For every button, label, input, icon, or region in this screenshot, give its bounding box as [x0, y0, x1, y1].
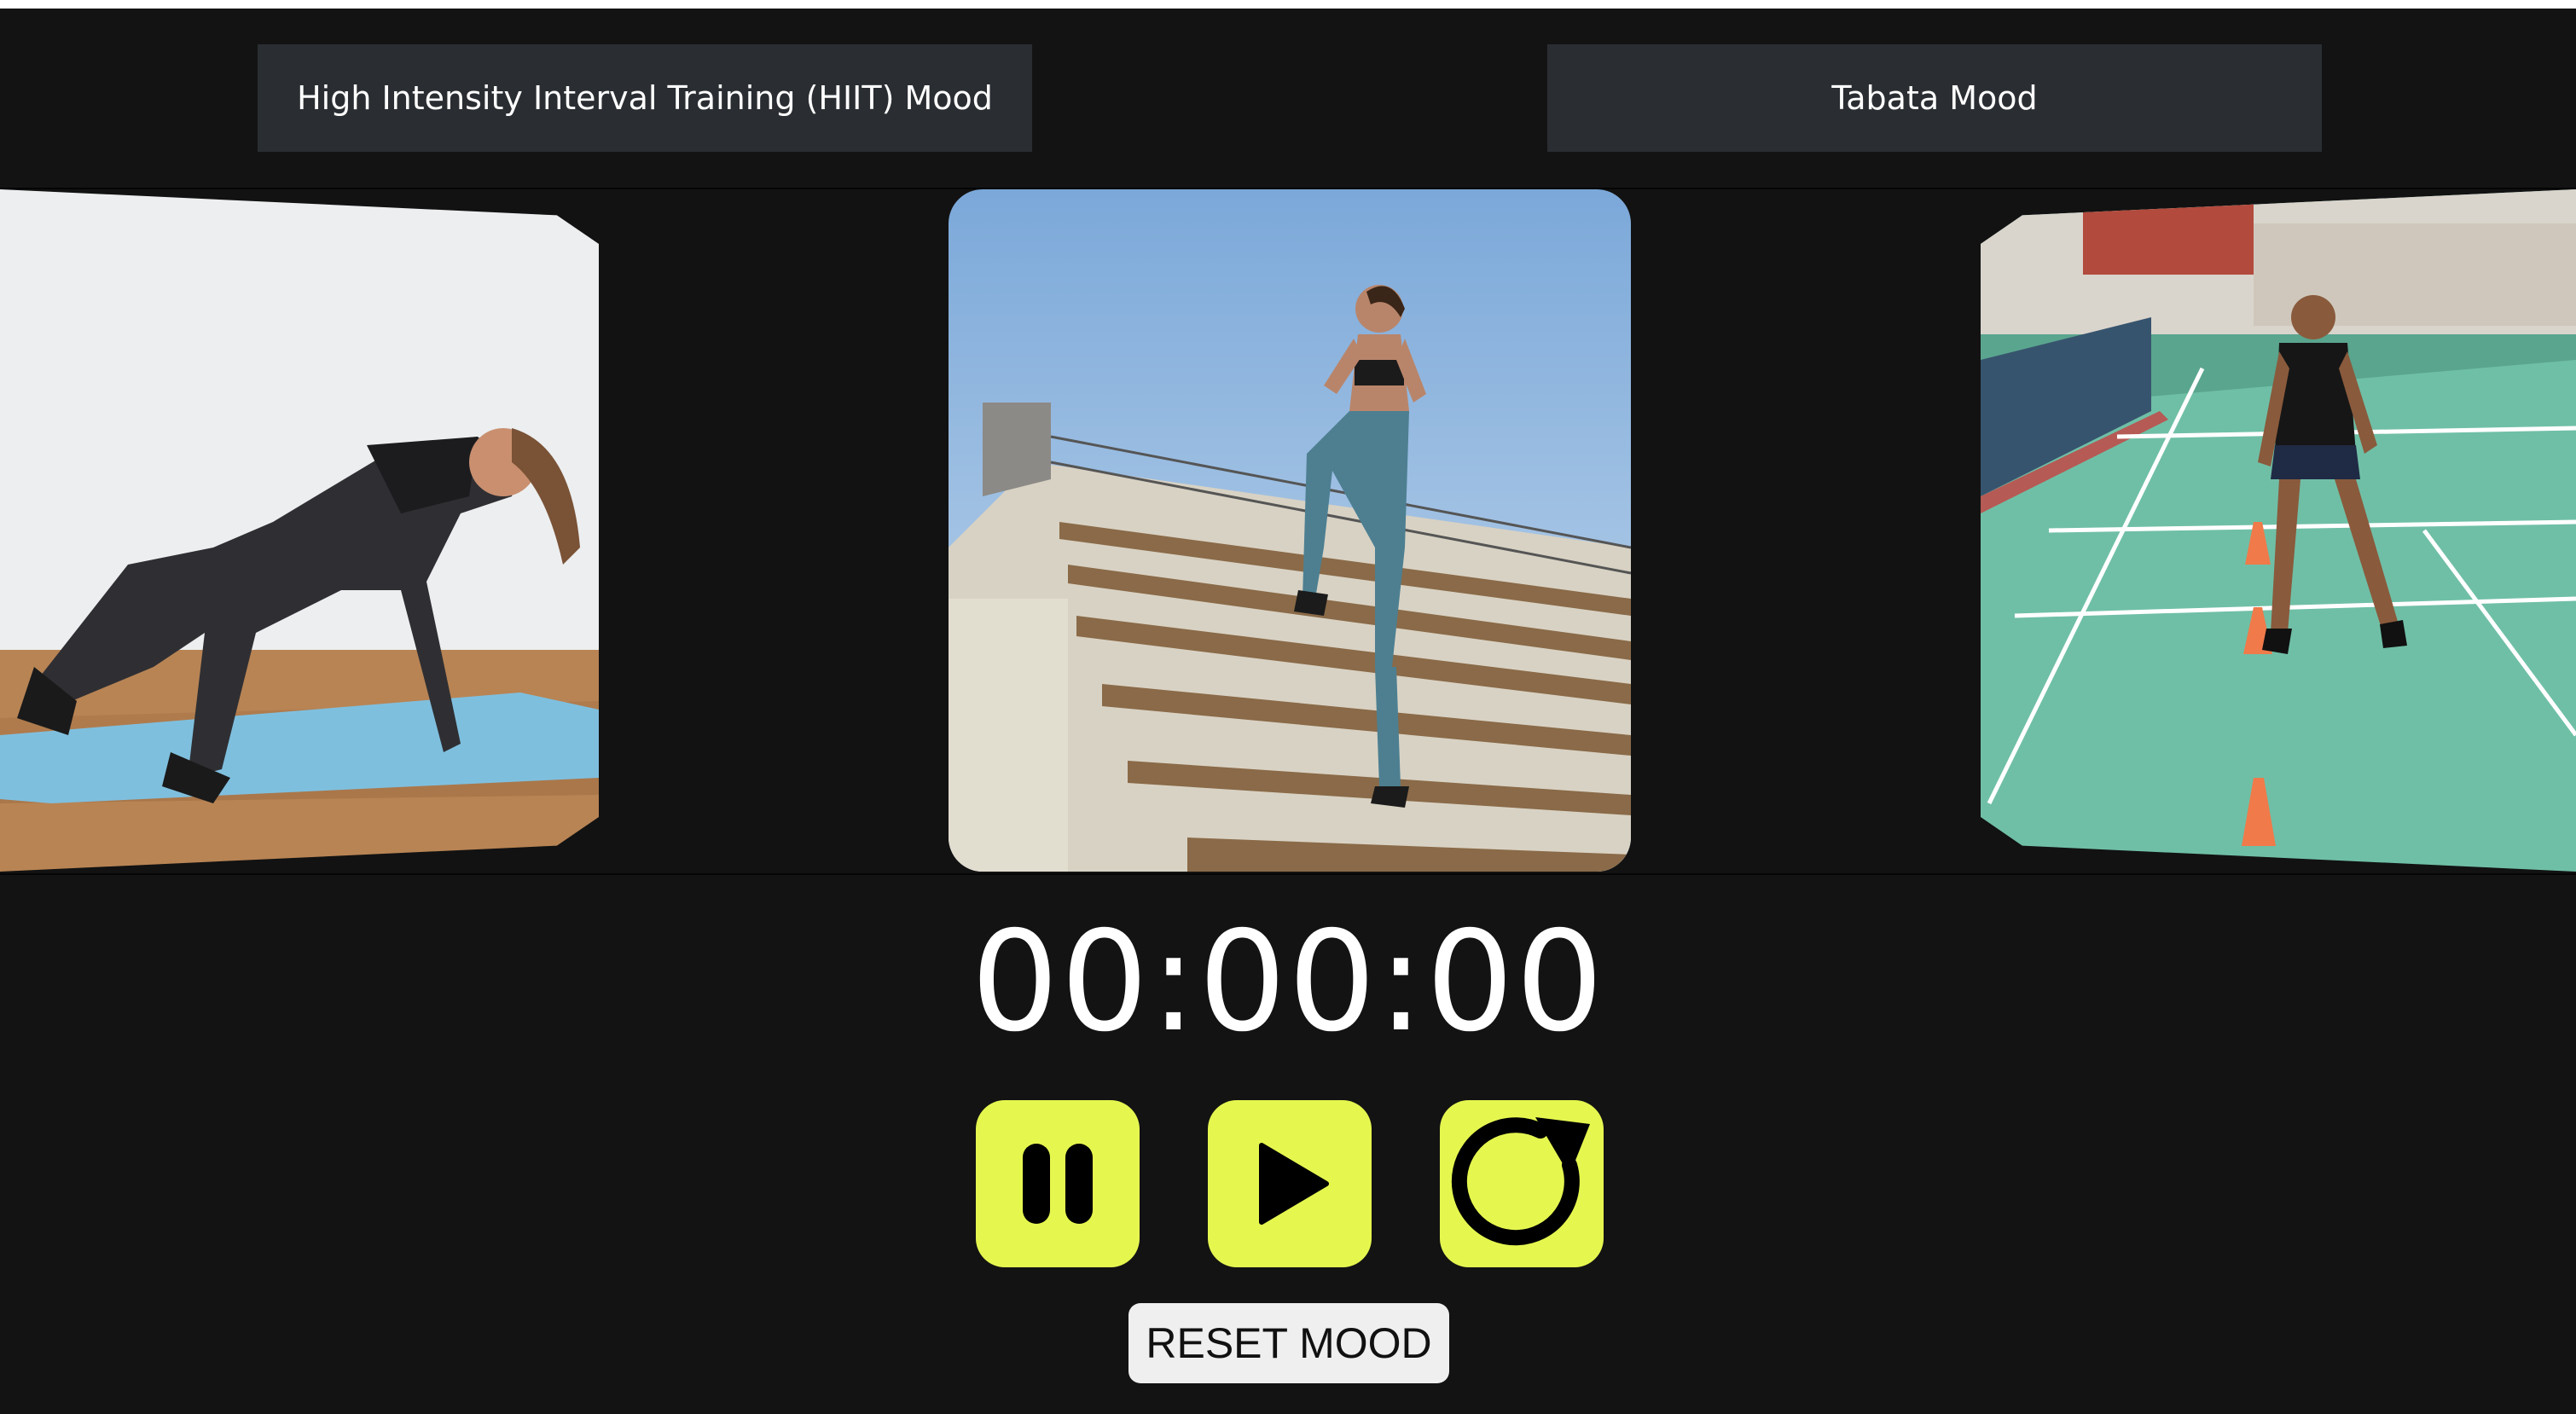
play-button[interactable]: [1208, 1100, 1372, 1267]
top-border-strip: [0, 0, 2576, 9]
reset-mood-button[interactable]: RESET MOOD: [1128, 1303, 1449, 1383]
stadium-stairs-jump-image: [949, 189, 1631, 872]
court-agility-drill-image: [1981, 189, 2576, 872]
tabata-mood-button[interactable]: Tabata Mood: [1547, 44, 2322, 152]
workout-card-left[interactable]: [0, 189, 599, 872]
pause-icon: [1023, 1144, 1093, 1224]
restart-button[interactable]: [1440, 1100, 1604, 1267]
mountain-climber-image: [0, 189, 599, 872]
workout-carousel: [0, 188, 2576, 875]
play-icon: [1259, 1143, 1329, 1225]
restart-icon: [1451, 1117, 1590, 1246]
workout-timer: 00:00:00: [971, 902, 1605, 1063]
pause-button[interactable]: [976, 1100, 1140, 1267]
hiit-mood-button[interactable]: High Intensity Interval Training (HIIT) …: [258, 44, 1032, 152]
workout-card-center[interactable]: [949, 189, 1631, 872]
workout-card-right[interactable]: [1981, 189, 2576, 872]
